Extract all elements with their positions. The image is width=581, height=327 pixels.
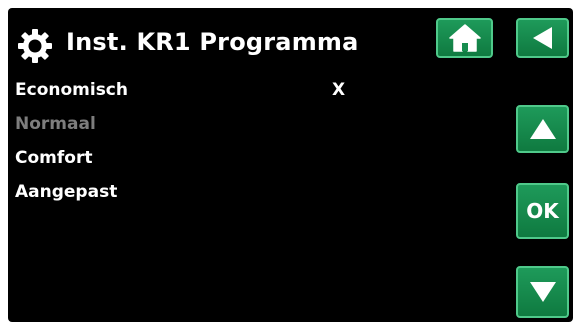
- display-screen: Inst. KR1 Programma Economisch X Normaal: [8, 8, 573, 322]
- back-button[interactable]: [516, 18, 569, 58]
- ok-button[interactable]: OK: [516, 183, 569, 239]
- ok-label: OK: [526, 199, 559, 223]
- menu-item-label: Normaal: [15, 114, 96, 134]
- menu-item-label: Comfort: [15, 148, 93, 168]
- home-button[interactable]: [436, 18, 493, 58]
- scroll-up-button[interactable]: [516, 105, 569, 153]
- menu-item-comfort[interactable]: Comfort: [15, 148, 425, 174]
- menu-item-aangepast[interactable]: Aangepast: [15, 182, 425, 208]
- menu-item-economisch[interactable]: Economisch X: [15, 80, 425, 106]
- down-arrow-icon: [528, 280, 558, 304]
- menu-item-label: Aangepast: [15, 182, 118, 202]
- selected-mark: X: [332, 80, 346, 100]
- gear-icon: [17, 28, 53, 64]
- home-icon: [448, 23, 482, 53]
- back-arrow-icon: [530, 25, 556, 51]
- scroll-down-button[interactable]: [516, 266, 569, 318]
- up-arrow-icon: [528, 117, 558, 141]
- header: Inst. KR1 Programma: [8, 8, 573, 78]
- menu-item-label: Economisch: [15, 80, 128, 100]
- menu-item-normaal: Normaal: [15, 114, 425, 140]
- page-title: Inst. KR1 Programma: [66, 28, 359, 56]
